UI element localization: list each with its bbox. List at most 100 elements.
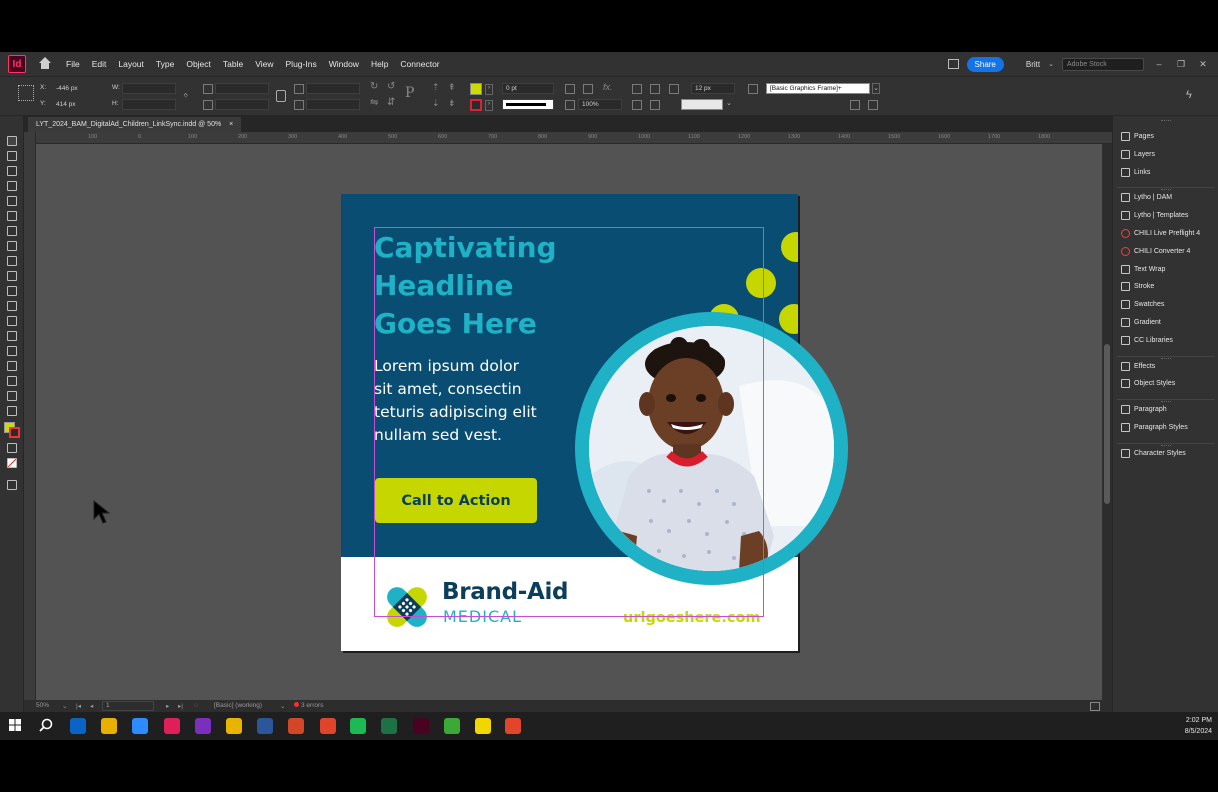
home-icon[interactable] bbox=[38, 57, 52, 71]
rectangle-frame-tool-icon[interactable] bbox=[7, 271, 17, 281]
height-field[interactable] bbox=[122, 99, 176, 110]
apply-effect-icon[interactable]: fx. bbox=[603, 82, 613, 92]
child-photo[interactable] bbox=[589, 326, 834, 571]
rectangle-tool-icon[interactable] bbox=[7, 286, 17, 296]
zoom-tool-icon[interactable] bbox=[7, 406, 17, 416]
excel-icon[interactable] bbox=[381, 718, 397, 734]
workspace-switcher[interactable]: Britt bbox=[1026, 60, 1040, 69]
zoom-chevron-icon[interactable]: ⌄ bbox=[62, 702, 67, 710]
document-tab[interactable]: LYT_2024_BAM_DigitalAd_Children_LinkSync… bbox=[28, 117, 242, 132]
free-transform-tool-icon[interactable] bbox=[7, 316, 17, 326]
menu-window[interactable]: Window bbox=[323, 59, 365, 69]
gradient-feather-tool-icon[interactable] bbox=[7, 346, 17, 356]
restore-icon[interactable]: ❐ bbox=[1174, 59, 1188, 70]
menu-edit[interactable]: Edit bbox=[86, 59, 113, 69]
text-wrap-icon[interactable] bbox=[632, 100, 642, 110]
frame-fitting-icon[interactable] bbox=[565, 84, 575, 94]
panel-chili-live-preflight-4[interactable]: CHILI Live Preflight 4 bbox=[1121, 229, 1200, 238]
panel-grip[interactable] bbox=[1161, 357, 1171, 360]
select-next-icon[interactable]: ⇟ bbox=[448, 98, 456, 109]
share-button[interactable]: Share bbox=[966, 56, 1004, 72]
panel-links[interactable]: Links bbox=[1121, 167, 1150, 177]
menu-object[interactable]: Object bbox=[180, 59, 217, 69]
chrome-icon[interactable] bbox=[101, 718, 117, 734]
next-page-icon[interactable]: ▸ bbox=[166, 702, 169, 710]
stroke-color-icon[interactable] bbox=[9, 427, 20, 438]
formatting-container-icon[interactable] bbox=[7, 443, 17, 453]
scale-y-field[interactable] bbox=[215, 99, 269, 110]
sticky-notes-icon[interactable] bbox=[475, 718, 491, 734]
y-position-field[interactable]: 414 px bbox=[52, 99, 106, 110]
flip-vertical-icon[interactable]: ⇵ bbox=[387, 97, 395, 108]
menu-plug-ins[interactable]: Plug-Ins bbox=[280, 59, 323, 69]
panel-object-styles[interactable]: Object Styles bbox=[1121, 379, 1175, 389]
x-position-field[interactable]: -446 px bbox=[52, 83, 106, 94]
scale-x-field[interactable] bbox=[215, 83, 269, 94]
page-number-field[interactable]: 1 bbox=[102, 701, 154, 711]
document-page[interactable]: Captivating Headline Goes Here Lorem ips… bbox=[341, 194, 848, 651]
gap-field[interactable]: 12 px bbox=[691, 83, 735, 94]
onenote-icon[interactable] bbox=[195, 718, 211, 734]
panel-grip[interactable] bbox=[1161, 444, 1171, 447]
panel-text-wrap[interactable]: Text Wrap bbox=[1121, 264, 1165, 274]
panel-stroke[interactable]: Stroke bbox=[1121, 282, 1154, 292]
fill-swatch[interactable] bbox=[470, 83, 482, 95]
open-document-icon[interactable]: ◌ bbox=[194, 702, 198, 709]
outlook-icon[interactable] bbox=[70, 718, 86, 734]
quick-apply-icon[interactable]: ϟ bbox=[1186, 89, 1192, 101]
shear-field[interactable] bbox=[306, 99, 360, 110]
fill-dropdown-chevron-icon[interactable]: › bbox=[485, 84, 493, 95]
eyedropper-tool-icon[interactable] bbox=[7, 376, 17, 386]
panel-paragraph[interactable]: Paragraph bbox=[1121, 405, 1167, 415]
zoom-level[interactable]: 50% bbox=[36, 702, 49, 709]
slack-icon[interactable] bbox=[164, 718, 180, 734]
panel-character-styles[interactable]: Character Styles bbox=[1121, 448, 1186, 458]
minimize-icon[interactable]: – bbox=[1152, 59, 1166, 69]
screen-mode-icon[interactable] bbox=[7, 480, 17, 490]
vertical-ruler[interactable] bbox=[24, 132, 36, 700]
panel-grip[interactable] bbox=[1161, 401, 1171, 403]
type-tool-icon[interactable] bbox=[7, 211, 17, 221]
panel-lytho-dam[interactable]: Lytho | DAM bbox=[1121, 193, 1172, 203]
panel-swatches[interactable]: Swatches bbox=[1121, 300, 1164, 310]
menu-help[interactable]: Help bbox=[365, 59, 394, 69]
panel-cc-libraries[interactable]: CC Libraries bbox=[1121, 335, 1173, 345]
constrain-scale-icon[interactable] bbox=[276, 90, 286, 102]
panel-pages[interactable]: Pages bbox=[1121, 132, 1154, 141]
object-style-chevron-icon[interactable]: ⌄ bbox=[872, 83, 880, 94]
adobe-stock-search-input[interactable]: Adobe Stock bbox=[1062, 57, 1144, 71]
distribute-icon[interactable] bbox=[650, 100, 660, 110]
camtasia-icon[interactable] bbox=[444, 718, 460, 734]
panel-layers[interactable]: Layers bbox=[1121, 149, 1155, 159]
vertical-scrollbar[interactable] bbox=[1102, 144, 1112, 700]
page-tool-icon[interactable] bbox=[7, 166, 17, 176]
panel-chili-converter-4[interactable]: CHILI Converter 4 bbox=[1121, 246, 1190, 256]
stroke-type-field[interactable] bbox=[502, 99, 554, 110]
close-icon[interactable]: ✕ bbox=[1196, 59, 1210, 70]
snagit-icon[interactable] bbox=[320, 718, 336, 734]
line-tool-icon[interactable] bbox=[7, 226, 17, 236]
selection-tool-icon[interactable] bbox=[7, 136, 17, 146]
start-icon[interactable] bbox=[8, 718, 24, 734]
stroke-color-chevron-icon[interactable]: ⌄ bbox=[726, 99, 732, 107]
word-icon[interactable] bbox=[257, 718, 273, 734]
prev-page-icon[interactable]: ◂ bbox=[90, 702, 93, 710]
indesign-icon[interactable] bbox=[413, 718, 429, 734]
preflight-chevron-icon[interactable]: ⌄ bbox=[280, 702, 285, 710]
menu-table[interactable]: Table bbox=[217, 59, 249, 69]
note-tool-icon[interactable] bbox=[7, 361, 17, 371]
select-container-icon[interactable]: ⇡ bbox=[432, 82, 440, 93]
object-style-field[interactable]: [Basic Graphics Frame]+ bbox=[766, 83, 870, 94]
align-right-icon[interactable] bbox=[650, 84, 660, 94]
fit-content-icon[interactable] bbox=[583, 84, 593, 94]
apply-none-icon[interactable] bbox=[7, 458, 17, 468]
select-content-icon[interactable]: ⇣ bbox=[432, 98, 440, 109]
close-tab-icon[interactable]: × bbox=[229, 121, 233, 128]
content-collector-icon[interactable] bbox=[7, 196, 17, 206]
pen-tool-icon[interactable] bbox=[7, 241, 17, 251]
menu-type[interactable]: Type bbox=[150, 59, 180, 69]
opacity-field[interactable]: 100% bbox=[578, 99, 622, 110]
stroke-color-preview[interactable] bbox=[681, 99, 723, 110]
preflight-errors[interactable]: 3 errors bbox=[294, 702, 323, 709]
scissors-tool-icon[interactable] bbox=[7, 301, 17, 311]
